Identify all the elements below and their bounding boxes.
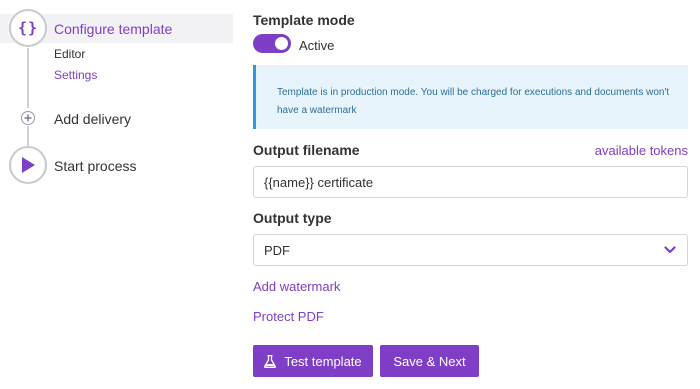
chevron-down-icon xyxy=(664,246,676,254)
step-add-delivery[interactable]: Add delivery xyxy=(54,111,131,127)
production-mode-info-box: Template is in production mode. You will… xyxy=(253,65,688,129)
toggle-knob xyxy=(275,37,288,50)
settings-form: Template mode Active Template is in prod… xyxy=(253,0,688,389)
curly-braces-icon: {} xyxy=(17,19,39,37)
protect-pdf-link[interactable]: Protect PDF xyxy=(253,309,324,324)
plus-icon xyxy=(24,114,32,122)
play-icon xyxy=(22,157,35,173)
save-next-label: Save & Next xyxy=(393,353,466,369)
template-mode-toggle-label: Active xyxy=(299,38,335,53)
template-mode-title: Template mode xyxy=(253,12,355,28)
output-type-select[interactable]: PDF xyxy=(253,234,688,266)
step-start-process-circle[interactable] xyxy=(9,146,47,184)
add-watermark-link[interactable]: Add watermark xyxy=(253,279,340,294)
stepper-line xyxy=(27,48,29,108)
template-mode-toggle[interactable] xyxy=(253,34,291,53)
test-template-button[interactable]: Test template xyxy=(253,345,373,377)
available-tokens-link[interactable]: available tokens xyxy=(595,143,688,158)
output-filename-input[interactable] xyxy=(253,166,688,198)
step-configure-circle[interactable]: {} xyxy=(9,9,47,47)
sub-item-editor[interactable]: Editor xyxy=(54,47,85,61)
test-template-label: Test template xyxy=(284,353,362,369)
step-add-delivery-circle[interactable] xyxy=(21,111,35,125)
save-next-button[interactable]: Save & Next xyxy=(380,345,479,377)
info-message: Template is in production mode. You will… xyxy=(277,87,670,116)
sub-item-settings[interactable]: Settings xyxy=(54,68,97,82)
stepper: {} Configure template Editor Settings Ad… xyxy=(0,0,240,389)
stepper-line xyxy=(27,126,29,146)
output-type-selected: PDF xyxy=(264,242,290,258)
output-filename-title: Output filename xyxy=(253,142,360,158)
step-start-process[interactable]: Start process xyxy=(54,158,136,174)
step-configure-template[interactable]: Configure template xyxy=(54,21,172,37)
flask-icon xyxy=(264,354,277,368)
output-type-title: Output type xyxy=(253,210,332,226)
